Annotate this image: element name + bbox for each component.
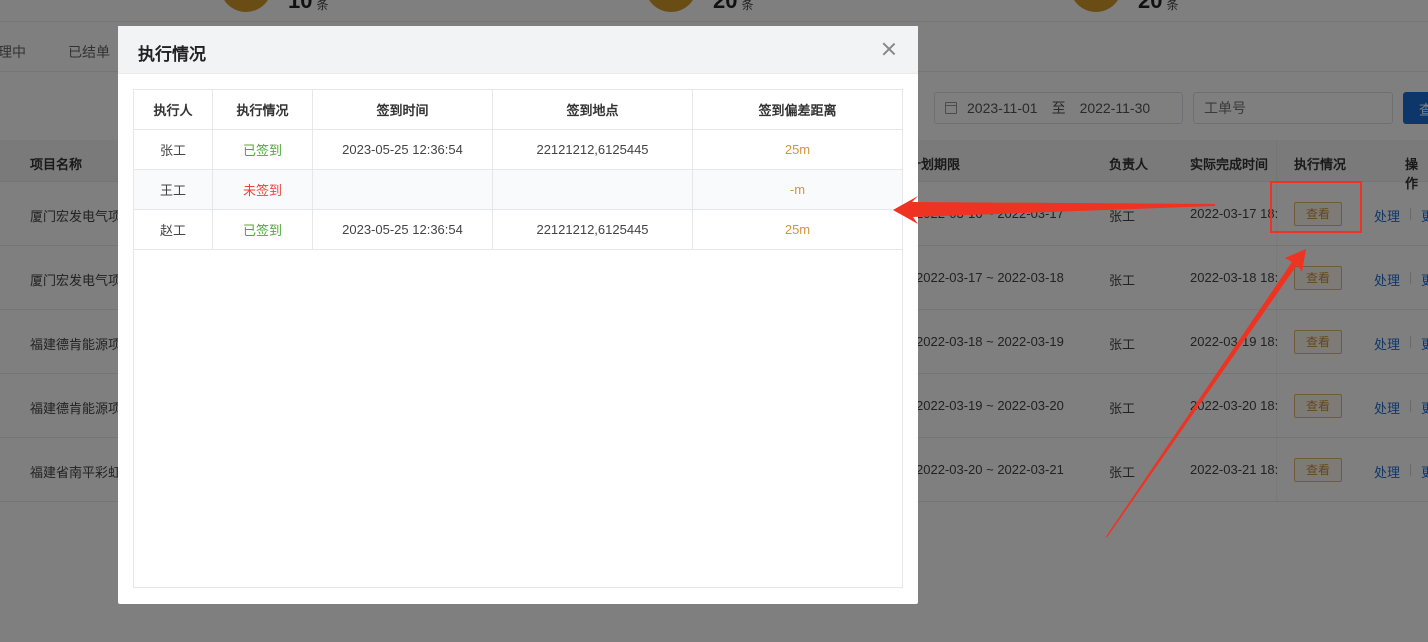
col-exec-status: 执行情况 <box>213 90 313 129</box>
checkin-time: 2023-05-25 12:36:54 <box>313 210 493 249</box>
col-executor: 执行人 <box>134 90 213 129</box>
table-row: 赵工 已签到 2023-05-25 12:36:54 22121212,6125… <box>134 210 902 250</box>
annotation-highlight-box <box>1270 181 1362 233</box>
checkin-location: 22121212,6125445 <box>493 130 693 169</box>
executor-name: 王工 <box>134 170 213 209</box>
checkin-distance: 25m <box>784 222 811 237</box>
checkin-time <box>313 170 493 209</box>
col-checkin-time: 签到时间 <box>313 90 493 129</box>
exec-status-dialog: 执行情况 执行人 执行情况 签到时间 签到地点 签到偏差距离 张工 已签到 20… <box>118 26 918 604</box>
exec-table: 执行人 执行情况 签到时间 签到地点 签到偏差距离 张工 已签到 2023-05… <box>133 89 903 588</box>
checkin-status: 已签到 <box>213 210 313 249</box>
checkin-distance: 25m <box>784 142 811 157</box>
col-checkin-location: 签到地点 <box>493 90 693 129</box>
close-icon[interactable] <box>880 40 898 58</box>
col-checkin-distance: 签到偏差距离 <box>758 103 837 118</box>
checkin-location <box>493 170 693 209</box>
checkin-status: 未签到 <box>213 170 313 209</box>
executor-name: 张工 <box>134 130 213 169</box>
dialog-title: 执行情况 <box>138 45 206 64</box>
exec-table-header: 执行人 执行情况 签到时间 签到地点 签到偏差距离 <box>134 90 902 130</box>
checkin-distance: -m <box>789 182 806 197</box>
dialog-header: 执行情况 <box>118 26 918 74</box>
checkin-status: 已签到 <box>213 130 313 169</box>
table-row: 张工 已签到 2023-05-25 12:36:54 22121212,6125… <box>134 130 902 170</box>
checkin-location: 22121212,6125445 <box>493 210 693 249</box>
executor-name: 赵工 <box>134 210 213 249</box>
checkin-time: 2023-05-25 12:36:54 <box>313 130 493 169</box>
table-row: 王工 未签到 -m <box>134 170 902 210</box>
